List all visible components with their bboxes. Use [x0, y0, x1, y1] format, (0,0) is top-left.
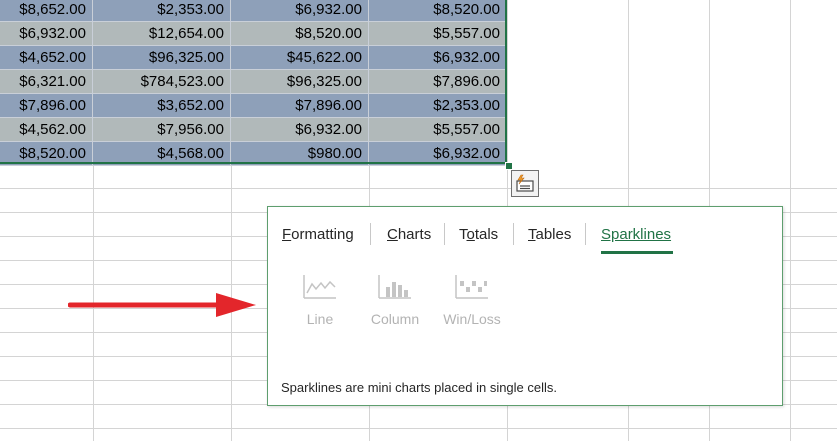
tab-totals[interactable]: Totals: [459, 225, 498, 245]
sparkline-winloss-option[interactable]: Win/Loss: [436, 273, 508, 327]
sparkline-line-option[interactable]: Line: [284, 273, 356, 327]
option-label: Win/Loss: [443, 311, 501, 327]
option-label: Line: [306, 311, 334, 327]
sparkline-line-icon: [303, 275, 336, 299]
sparkline-winloss-icon: [455, 275, 488, 299]
selected-tab-indicator: [601, 251, 673, 254]
tab-charts[interactable]: Charts: [387, 225, 431, 245]
option-label: Column: [370, 311, 420, 327]
tab-divider: [585, 223, 586, 245]
tab-divider: [444, 223, 445, 245]
row-gridline: [0, 188, 837, 189]
red-arrow-icon: [68, 293, 256, 317]
tab-divider: [513, 223, 514, 245]
tab-divider: [370, 223, 371, 245]
panel-description: Sparklines are mini charts placed in sin…: [281, 380, 558, 395]
quick-analysis-panel: Formatting Charts Totals Tables Sparklin…: [267, 206, 783, 406]
tab-formatting[interactable]: Formatting: [282, 225, 354, 245]
row-gridline: [0, 428, 837, 429]
column-gridline: [790, 0, 791, 441]
selection-outline: [0, 0, 507, 164]
sparkline-column-icon: [378, 275, 411, 299]
tab-sparklines[interactable]: Sparklines: [601, 225, 671, 245]
tab-tables[interactable]: Tables: [528, 225, 571, 245]
fill-handle[interactable]: [505, 162, 513, 170]
sparkline-column-option[interactable]: Column: [359, 273, 431, 327]
quick-analysis-icon: [516, 174, 534, 192]
quick-analysis-button[interactable]: [511, 170, 539, 197]
